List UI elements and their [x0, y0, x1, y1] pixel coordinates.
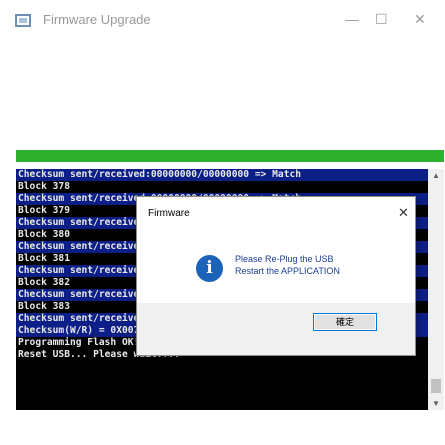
message-dialog: Firmware ✕ i Please Re-Plug the USB Rest…	[136, 196, 416, 356]
maximize-button[interactable]: ☐	[375, 10, 388, 28]
dialog-title: Firmware	[148, 208, 190, 219]
dialog-footer: 確定	[137, 303, 415, 355]
progress-bar	[16, 150, 444, 162]
dialog-close-button[interactable]: ✕	[398, 205, 409, 221]
scroll-up-arrow-icon[interactable]: ▲	[432, 171, 440, 180]
scroll-thumb[interactable]	[431, 379, 441, 393]
console-line: Block 378	[18, 181, 70, 192]
dialog-message: Please Re-Plug the USB Restart the APPLI…	[235, 253, 340, 277]
dialog-body: i Please Re-Plug the USB Restart the APP…	[137, 229, 415, 303]
close-button[interactable]: ✕	[414, 10, 426, 28]
scroll-down-arrow-icon[interactable]: ▼	[432, 399, 440, 408]
minimize-button[interactable]: —	[345, 10, 359, 28]
console-scrollbar[interactable]: ▲ ▼	[428, 169, 444, 410]
title-bar: Firmware Upgrade — ☐ ✕	[0, 0, 445, 40]
dialog-message-line-2: Restart the APPLICATION	[235, 266, 340, 276]
dialog-message-line-1: Please Re-Plug the USB	[235, 254, 334, 264]
console-line: Checksum sent/received:00000000/00000000…	[16, 169, 428, 181]
info-icon: i	[196, 255, 223, 282]
progress-fill	[16, 150, 444, 162]
dialog-title-bar: Firmware ✕	[137, 197, 415, 229]
window-title: Firmware Upgrade	[43, 12, 151, 27]
app-icon	[15, 14, 31, 27]
ok-button[interactable]: 確定	[313, 313, 377, 331]
